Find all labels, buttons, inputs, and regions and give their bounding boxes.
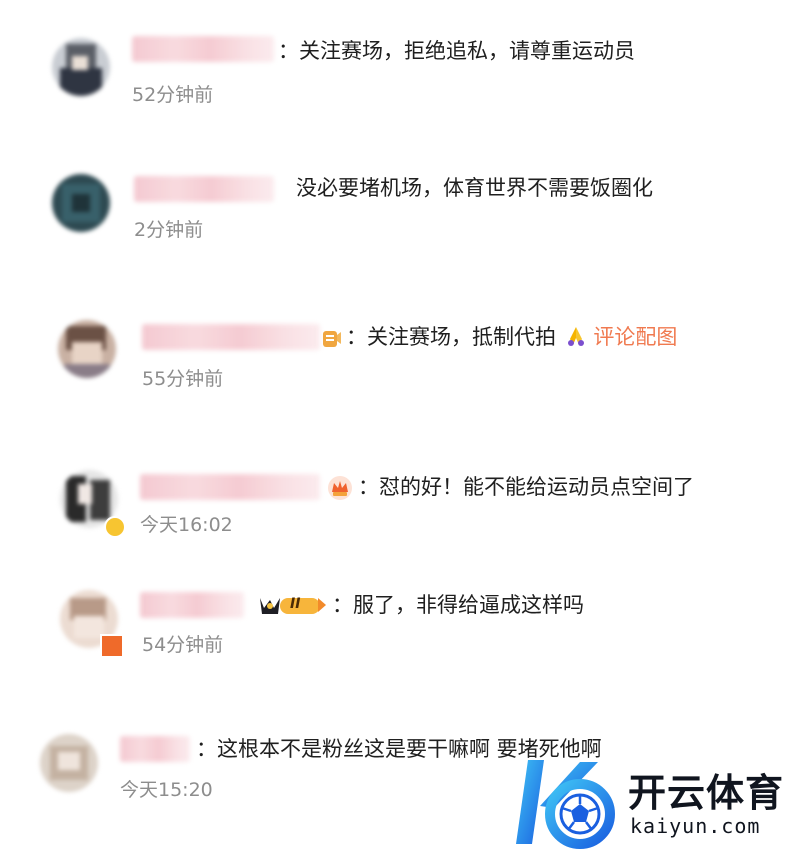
username-blurred[interactable]: [134, 176, 274, 202]
username-blurred[interactable]: [140, 474, 320, 500]
kaiyun-watermark: 开云体育 kaiyun.com: [510, 748, 795, 860]
comment-time: 2分钟前: [134, 219, 204, 241]
verified-badge-icon: [104, 516, 126, 538]
comment-text: ：怼的好！能不能给运动员点空间了: [358, 475, 694, 499]
crown-badge-icon: [326, 474, 354, 502]
comment-body: ：关注赛场，抵制代拍: [346, 325, 556, 349]
comment-time: 52分钟前: [132, 84, 214, 106]
comment-text: ：关注赛场，拒绝追私，请尊重运动员: [278, 39, 635, 63]
comment-time: 今天16:02: [140, 514, 233, 536]
comment-text: ：关注赛场，抵制代拍 评论配图: [346, 324, 677, 350]
pray-emoji-icon: [565, 325, 587, 347]
watermark-url: kaiyun.com: [630, 814, 761, 838]
username-blurred[interactable]: [142, 324, 320, 350]
avatar[interactable]: [52, 38, 110, 96]
avatar[interactable]: [52, 174, 110, 232]
comment-text: ：服了，非得给逼成这样吗: [332, 593, 584, 617]
comment-image-link[interactable]: 评论配图: [593, 325, 677, 349]
username-blurred[interactable]: [140, 592, 244, 618]
comment-text: 没必要堵机场，体育世界不需要饭圈化: [296, 176, 653, 200]
kaiyun-logo-icon: [510, 748, 622, 858]
member-badge-icon: [100, 634, 124, 658]
level-badge: II: [256, 592, 328, 618]
watermark-title: 开云体育: [628, 771, 785, 815]
avatar[interactable]: [58, 320, 116, 378]
avatar[interactable]: [40, 734, 98, 792]
comment-time: 55分钟前: [142, 368, 224, 390]
level-badge-text: II: [290, 596, 301, 612]
comment-time: 54分钟前: [142, 634, 224, 656]
username-blurred[interactable]: [120, 736, 190, 762]
vip-badge-icon: [320, 326, 344, 350]
comment-time: 今天15:20: [120, 779, 213, 801]
username-blurred[interactable]: [132, 36, 274, 62]
